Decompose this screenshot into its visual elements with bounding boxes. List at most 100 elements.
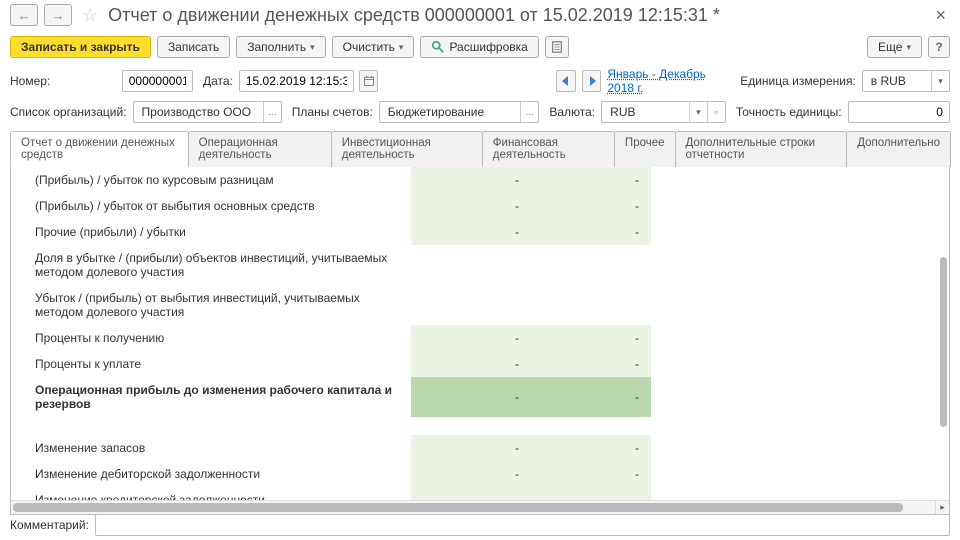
precision-input[interactable] bbox=[848, 101, 950, 123]
period-next-button[interactable] bbox=[582, 70, 601, 92]
calendar-button[interactable] bbox=[359, 70, 378, 92]
table-row[interactable]: Изменение запасов-- bbox=[11, 435, 949, 461]
plan-label: Планы счетов: bbox=[292, 105, 373, 119]
tab-operating[interactable]: Операционная деятельность bbox=[188, 131, 332, 167]
save-button[interactable]: Записать bbox=[157, 36, 230, 58]
star-icon[interactable]: ☆ bbox=[82, 5, 98, 26]
currency-value: RUB bbox=[606, 105, 689, 119]
table-row[interactable]: (Прибыль) / убыток по курсовым разницам-… bbox=[11, 167, 949, 193]
row-value-2 bbox=[531, 285, 651, 325]
row-value-1: - bbox=[411, 219, 531, 245]
row-value-2: - bbox=[531, 325, 651, 351]
decode-button[interactable]: Расшифровка bbox=[420, 36, 538, 58]
tab-label: Отчет о движении денежных средств bbox=[21, 137, 175, 161]
row-value-1: - bbox=[411, 193, 531, 219]
more-label: Еще bbox=[878, 40, 902, 54]
org-input[interactable]: Производство ООО … bbox=[133, 101, 282, 123]
row-value-2: - bbox=[531, 435, 651, 461]
comment-input[interactable] bbox=[95, 514, 950, 536]
table-row[interactable]: Прочие (прибыли) / убытки-- bbox=[11, 219, 949, 245]
close-icon[interactable]: × bbox=[931, 5, 950, 26]
tab-label: Финансовая деятельность bbox=[493, 137, 566, 161]
plan-value: Бюджетирование bbox=[384, 105, 521, 119]
tab-cashflow[interactable]: Отчет о движении денежных средств bbox=[10, 131, 189, 167]
help-button[interactable]: ? bbox=[928, 36, 950, 58]
open-icon[interactable]: ▫ bbox=[707, 102, 725, 122]
tab-financing[interactable]: Финансовая деятельность bbox=[482, 131, 615, 167]
row-value-2: - bbox=[531, 219, 651, 245]
scroll-right-icon[interactable]: ▸ bbox=[935, 500, 949, 514]
save-and-close-button[interactable]: Записать и закрыть bbox=[10, 36, 151, 58]
tab-additional[interactable]: Дополнительно bbox=[846, 131, 951, 167]
tab-label: Дополнительно bbox=[857, 137, 940, 149]
nav-forward-button[interactable]: → bbox=[44, 4, 72, 26]
tab-investing[interactable]: Инвестиционная деятельность bbox=[331, 131, 483, 167]
plan-input[interactable]: Бюджетирование … bbox=[379, 101, 540, 123]
table-row[interactable]: Убыток / (прибыль) от выбытия инвестиций… bbox=[11, 285, 949, 325]
save-label: Записать bbox=[168, 40, 219, 54]
window-title: Отчет о движении денежных средств 000000… bbox=[108, 5, 925, 26]
row-value-1: - bbox=[411, 377, 531, 417]
table-row[interactable]: Проценты к уплате-- bbox=[11, 351, 949, 377]
tab-extra-rows[interactable]: Дополнительные строки отчетности bbox=[675, 131, 848, 167]
row-label: (Прибыль) / убыток по курсовым разницам bbox=[11, 167, 411, 193]
row-label: (Прибыль) / убыток от выбытия основных с… bbox=[11, 193, 411, 219]
chevron-down-icon: ▾ bbox=[399, 42, 404, 53]
period-link[interactable]: Январь - Декабрь 2018 г. bbox=[607, 67, 728, 95]
tab-label: Инвестиционная деятельность bbox=[342, 137, 431, 161]
comment-label: Комментарий: bbox=[10, 518, 89, 532]
tab-other[interactable]: Прочее bbox=[614, 131, 676, 167]
ellipsis-icon[interactable]: … bbox=[520, 102, 538, 122]
row-label: Прочие (прибыли) / убытки bbox=[11, 219, 411, 245]
tab-label: Дополнительные строки отчетности bbox=[686, 137, 816, 161]
row-label: Проценты к уплате bbox=[11, 351, 411, 377]
org-value: Производство ООО bbox=[138, 105, 263, 119]
row-value-2: - bbox=[531, 377, 651, 417]
chevron-down-icon: ▾ bbox=[689, 102, 707, 122]
tabs: Отчет о движении денежных средств Операц… bbox=[10, 130, 950, 167]
fill-button[interactable]: Заполнить▾ bbox=[236, 36, 325, 58]
currency-select[interactable]: RUB ▾ ▫ bbox=[601, 101, 726, 123]
more-button[interactable]: Еще ▾ bbox=[867, 36, 922, 58]
row-label: Изменение дебиторской задолженности bbox=[11, 461, 411, 487]
calendar-icon bbox=[363, 75, 375, 87]
nav-back-button[interactable]: ← bbox=[10, 4, 38, 26]
clear-label: Очистить bbox=[343, 40, 395, 54]
row-label: Проценты к получению bbox=[11, 325, 411, 351]
magnifier-icon bbox=[431, 40, 445, 54]
number-input[interactable] bbox=[122, 70, 193, 92]
table-row[interactable] bbox=[11, 417, 949, 435]
report-grid: (Прибыль) / убыток по курсовым разницам-… bbox=[10, 167, 950, 515]
row-value-1 bbox=[411, 245, 531, 285]
row-value-1: - bbox=[411, 435, 531, 461]
row-value-1: - bbox=[411, 167, 531, 193]
period-prev-button[interactable] bbox=[556, 70, 575, 92]
row-label: Изменение запасов bbox=[11, 435, 411, 461]
row-label bbox=[11, 417, 411, 435]
chevron-down-icon: ▾ bbox=[906, 42, 911, 53]
currency-label: Валюта: bbox=[549, 105, 595, 119]
ellipsis-icon[interactable]: … bbox=[263, 102, 281, 122]
unit-label: Единица измерения: bbox=[740, 74, 856, 88]
number-label: Номер: bbox=[10, 74, 50, 88]
table-row[interactable]: Изменение дебиторской задолженности-- bbox=[11, 461, 949, 487]
horizontal-scrollbar[interactable] bbox=[11, 500, 935, 514]
fill-label: Заполнить bbox=[247, 40, 306, 54]
date-input[interactable] bbox=[239, 70, 354, 92]
row-label: Доля в убытке / (прибыли) объектов инвес… bbox=[11, 245, 411, 285]
table-row[interactable]: (Прибыль) / убыток от выбытия основных с… bbox=[11, 193, 949, 219]
clear-button[interactable]: Очистить ▾ bbox=[332, 36, 415, 58]
row-label: Операционная прибыль до изменения рабоче… bbox=[11, 377, 411, 417]
row-label: Убыток / (прибыль) от выбытия инвестиций… bbox=[11, 285, 411, 325]
table-row[interactable]: Доля в убытке / (прибыли) объектов инвес… bbox=[11, 245, 949, 285]
table-row[interactable]: Операционная прибыль до изменения рабоче… bbox=[11, 377, 949, 417]
extra-action-button[interactable] bbox=[545, 36, 569, 58]
date-label: Дата: bbox=[203, 74, 233, 88]
row-value-2 bbox=[531, 417, 651, 435]
precision-label: Точность единицы: bbox=[736, 105, 842, 119]
row-value-1 bbox=[411, 285, 531, 325]
vertical-scrollbar[interactable] bbox=[940, 257, 947, 427]
unit-select[interactable]: в RUB ▾ bbox=[862, 70, 950, 92]
row-value-2: - bbox=[531, 461, 651, 487]
table-row[interactable]: Проценты к получению-- bbox=[11, 325, 949, 351]
